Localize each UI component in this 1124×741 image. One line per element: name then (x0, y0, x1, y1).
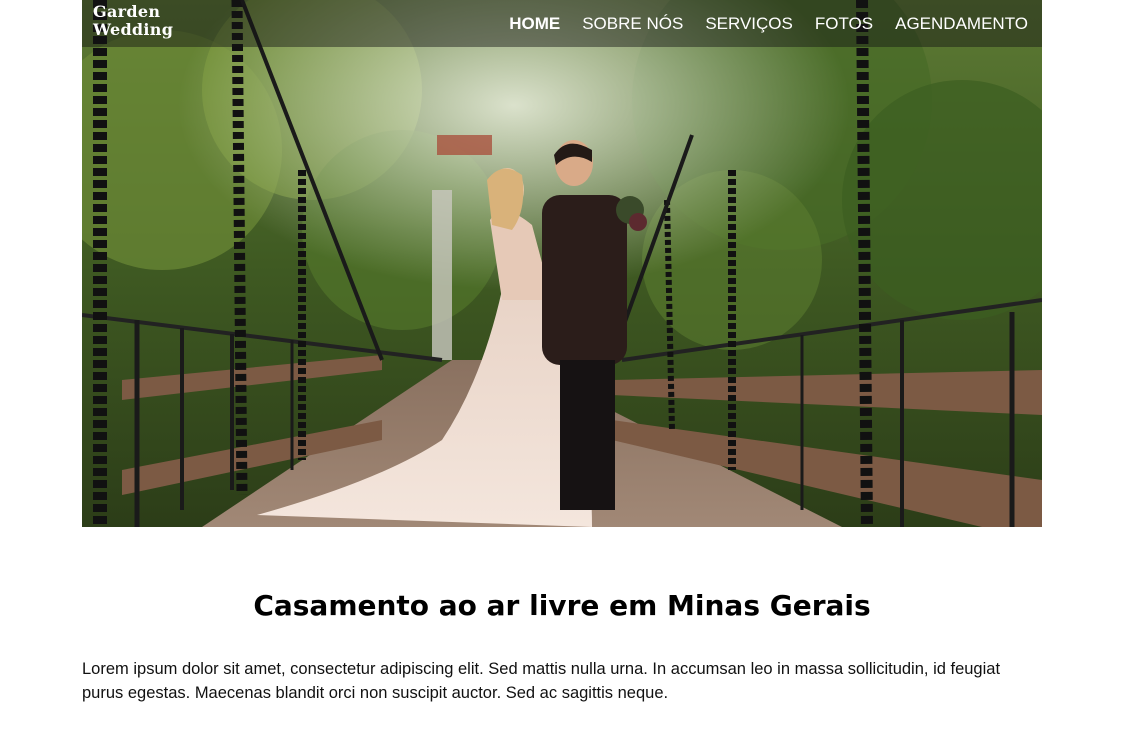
hero-photo (82, 0, 1042, 527)
nav-link-sobre-nos[interactable]: SOBRE NÓS (582, 14, 683, 34)
page: Garden Wedding HOME SOBRE NÓS SERVIÇOS F… (0, 0, 1124, 741)
nav-link-servicos[interactable]: SERVIÇOS (705, 14, 793, 34)
brand-logo[interactable]: Garden Wedding (93, 3, 173, 39)
main-nav: HOME SOBRE NÓS SERVIÇOS FOTOS AGENDAMENT… (509, 0, 1028, 47)
nav-link-fotos[interactable]: FOTOS (815, 14, 873, 34)
brand-line-1: Garden (93, 2, 161, 21)
nav-link-home[interactable]: HOME (509, 14, 560, 34)
page-title: Casamento ao ar livre em Minas Gerais (253, 589, 871, 622)
nav-link-agendamento[interactable]: AGENDAMENTO (895, 14, 1028, 34)
top-navbar: Garden Wedding HOME SOBRE NÓS SERVIÇOS F… (82, 0, 1042, 47)
brand-line-2: Wedding (93, 20, 174, 39)
intro-paragraph: Lorem ipsum dolor sit amet, consectetur … (82, 660, 1001, 702)
hero-banner: Garden Wedding HOME SOBRE NÓS SERVIÇOS F… (82, 0, 1042, 527)
